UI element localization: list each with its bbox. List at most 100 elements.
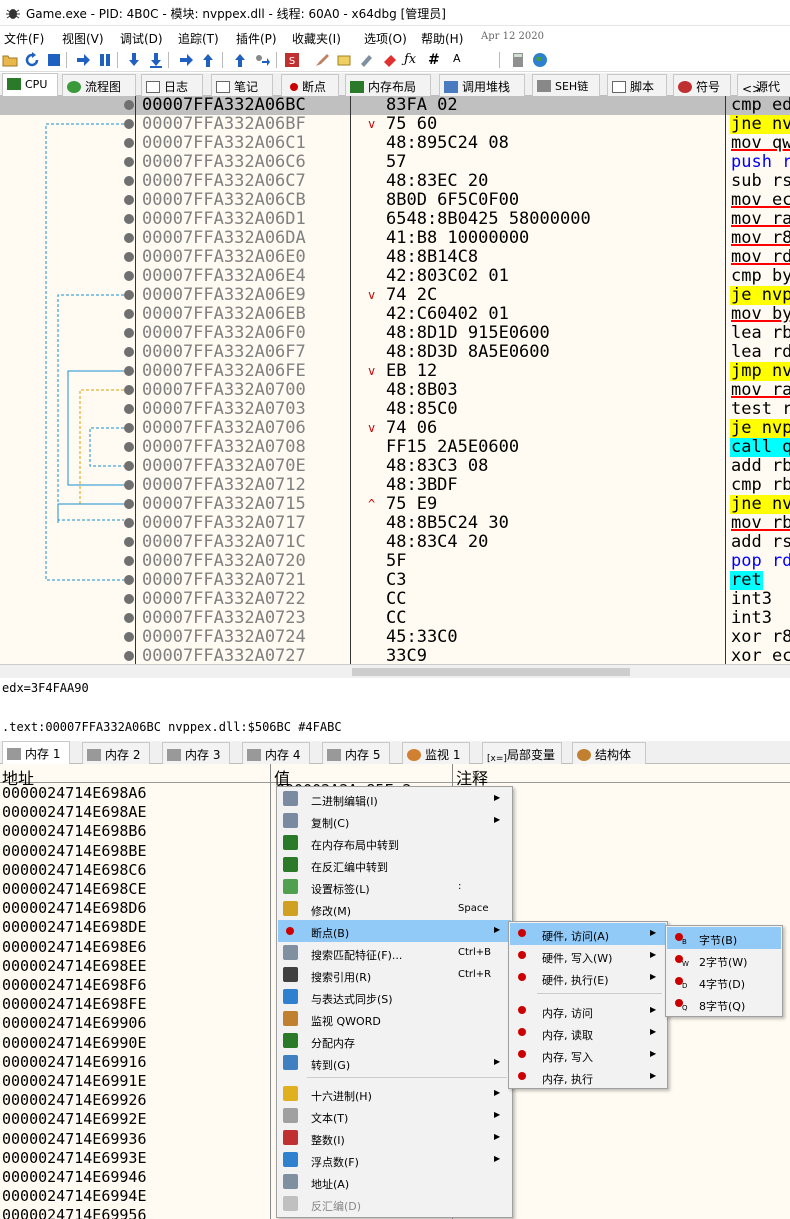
bookmark-icon[interactable]: [358, 52, 374, 68]
step-into-icon[interactable]: [126, 52, 142, 68]
hash-icon[interactable]: #: [428, 52, 444, 68]
context-menu-item[interactable]: 地址(A): [278, 1171, 511, 1193]
tab-memory-3[interactable]: 内存 3: [162, 742, 230, 764]
dump-row-address[interactable]: 0000024714E698EE: [2, 957, 147, 976]
tab-seh[interactable]: SEH链: [532, 74, 600, 96]
dump-row-address[interactable]: 0000024714E698D6: [2, 899, 147, 918]
context-menu-item[interactable]: 搜索匹配特征(F)... Ctrl+B: [278, 942, 511, 964]
calculator-icon[interactable]: [510, 52, 526, 68]
tab-watch-1[interactable]: 监视 1: [402, 742, 470, 764]
context-menu-item[interactable]: 在反汇编中转到: [278, 854, 511, 876]
function-icon[interactable]: [382, 52, 398, 68]
tab-locals[interactable]: [x=]局部变量: [482, 742, 562, 764]
tab-graph[interactable]: 流程图: [62, 74, 136, 96]
dump-row-address[interactable]: 0000024714E698BE: [2, 842, 147, 861]
context-menu-item[interactable]: 修改(M) Space: [278, 898, 511, 920]
tab-symbols[interactable]: 符号: [673, 74, 731, 96]
dump-row-address[interactable]: 0000024714E69906: [2, 1014, 147, 1033]
size-submenu-item[interactable]: W 2字节(W): [667, 949, 781, 971]
context-menu-item[interactable]: 分配内存: [278, 1030, 511, 1052]
dump-row-address[interactable]: 0000024714E69936: [2, 1130, 147, 1149]
run-icon[interactable]: [75, 52, 91, 68]
font-icon[interactable]: A: [453, 52, 469, 68]
context-menu-item[interactable]: 与表达式同步(S): [278, 986, 511, 1008]
dump-row-address[interactable]: 0000024714E698FE: [2, 995, 147, 1014]
dump-row-address[interactable]: 0000024714E69956: [2, 1206, 147, 1219]
script-icon[interactable]: S: [284, 52, 300, 68]
context-menu-item[interactable]: 文本(T) ▶: [278, 1105, 511, 1127]
dump-row-address[interactable]: 0000024714E698F6: [2, 976, 147, 995]
dump-row-address[interactable]: 0000024714E6991E: [2, 1072, 147, 1091]
menu-plugins[interactable]: 插件(P): [236, 30, 277, 47]
tab-memory-map[interactable]: 内存布局: [345, 74, 431, 96]
tab-script[interactable]: 脚本: [607, 74, 667, 96]
size-submenu-item[interactable]: D 4字节(D): [667, 971, 781, 993]
menu-trace[interactable]: 追踪(T): [178, 30, 219, 47]
execute-till-return-icon[interactable]: [232, 52, 248, 68]
stop-icon[interactable]: [46, 52, 62, 68]
breakpoint-submenu-item[interactable]: 内存, 写入 ▶: [510, 1044, 666, 1066]
dump-row-address[interactable]: 0000024714E698A6: [2, 784, 147, 803]
context-menu-item[interactable]: 在内存布局中转到: [278, 832, 511, 854]
breakpoint-submenu-item[interactable]: 硬件, 写入(W) ▶: [510, 945, 666, 967]
tab-memory-2[interactable]: 内存 2: [82, 742, 150, 764]
context-menu-item[interactable]: 断点(B) ▶: [278, 920, 511, 942]
menu-help[interactable]: 帮助(H): [421, 30, 463, 47]
tab-memory-4[interactable]: 内存 4: [242, 742, 310, 764]
disassembly-view[interactable]: 00007FFA332A06BC 83FA 02 cmp ed 00007FFA332…: [0, 96, 790, 664]
tab-call-stack[interactable]: 调用堆栈: [439, 74, 525, 96]
dump-row-address[interactable]: 0000024714E698E6: [2, 938, 147, 957]
open-icon[interactable]: [2, 52, 18, 68]
dump-row-address[interactable]: 0000024714E698CE: [2, 880, 147, 899]
tab-notes[interactable]: 笔记: [211, 74, 273, 96]
menu-file[interactable]: 文件(F): [4, 30, 44, 47]
menu-view[interactable]: 视图(V): [62, 30, 104, 47]
tab-breakpoints[interactable]: 断点: [281, 74, 339, 96]
breakpoint-submenu-item[interactable]: 硬件, 执行(E) ▶: [510, 967, 666, 989]
restart-icon[interactable]: [24, 52, 40, 68]
context-menu-item[interactable]: 搜索引用(R) Ctrl+R: [278, 964, 511, 986]
dump-row-address[interactable]: 0000024714E698DE: [2, 918, 147, 937]
dump-row-address[interactable]: 0000024714E69916: [2, 1053, 147, 1072]
scrollbar-thumb[interactable]: [352, 668, 630, 676]
menu-debug[interactable]: 调试(D): [120, 30, 163, 47]
trace-over-icon[interactable]: [200, 52, 216, 68]
dump-row-address[interactable]: 0000024714E69926: [2, 1091, 147, 1110]
menu-options[interactable]: 选项(O): [364, 30, 407, 47]
context-menu-item[interactable]: 二进制编辑(I) ▶: [278, 788, 511, 810]
label-icon[interactable]: [336, 52, 352, 68]
context-menu-item[interactable]: 浮点数(F) ▶: [278, 1149, 511, 1171]
context-menu-item[interactable]: 整数(I) ▶: [278, 1127, 511, 1149]
tab-memory-1[interactable]: 内存 1: [2, 741, 70, 764]
trace-into-icon[interactable]: [178, 52, 194, 68]
tab-log[interactable]: 日志: [141, 74, 203, 96]
dump-row-address[interactable]: 0000024714E698B6: [2, 822, 147, 841]
comment-icon[interactable]: [314, 52, 330, 68]
context-menu-item[interactable]: 十六进制(H) ▶: [278, 1083, 511, 1105]
context-menu-item[interactable]: 复制(C) ▶: [278, 810, 511, 832]
dump-row-address[interactable]: 0000024714E69946: [2, 1168, 147, 1187]
step-over-icon[interactable]: [148, 52, 164, 68]
menu-favourites[interactable]: 收藏夹(I): [292, 30, 341, 47]
tab-cpu[interactable]: CPU: [2, 73, 58, 96]
fx-icon[interactable]: ƒx: [404, 52, 420, 68]
context-menu-item[interactable]: 反汇编(D): [278, 1193, 511, 1215]
breakpoint-submenu-item[interactable]: 硬件, 访问(A) ▶: [510, 923, 666, 945]
size-submenu-item[interactable]: Q 8字节(Q): [667, 993, 781, 1015]
dump-row-address[interactable]: 0000024714E6993E: [2, 1149, 147, 1168]
tab-source[interactable]: <>源代: [737, 74, 790, 96]
tab-struct[interactable]: 结构体: [572, 742, 646, 764]
breakpoint-submenu-item[interactable]: 内存, 读取 ▶: [510, 1022, 666, 1044]
breakpoint-submenu-item[interactable]: 内存, 执行 ▶: [510, 1066, 666, 1088]
pause-icon[interactable]: [97, 52, 113, 68]
tab-memory-5[interactable]: 内存 5: [322, 742, 390, 764]
context-menu-item[interactable]: 转到(G) ▶: [278, 1052, 511, 1074]
run-to-user-code-icon[interactable]: [254, 52, 270, 68]
size-submenu-item[interactable]: B 字节(B): [667, 927, 781, 949]
globe-icon[interactable]: [532, 52, 548, 68]
dump-row-address[interactable]: 0000024714E698AE: [2, 803, 147, 822]
context-menu-item[interactable]: 设置标签(L):: [278, 876, 511, 898]
context-menu-item[interactable]: 监视 QWORD: [278, 1008, 511, 1030]
dump-row-address[interactable]: 0000024714E6990E: [2, 1034, 147, 1053]
dump-row-address[interactable]: 0000024714E6994E: [2, 1187, 147, 1206]
